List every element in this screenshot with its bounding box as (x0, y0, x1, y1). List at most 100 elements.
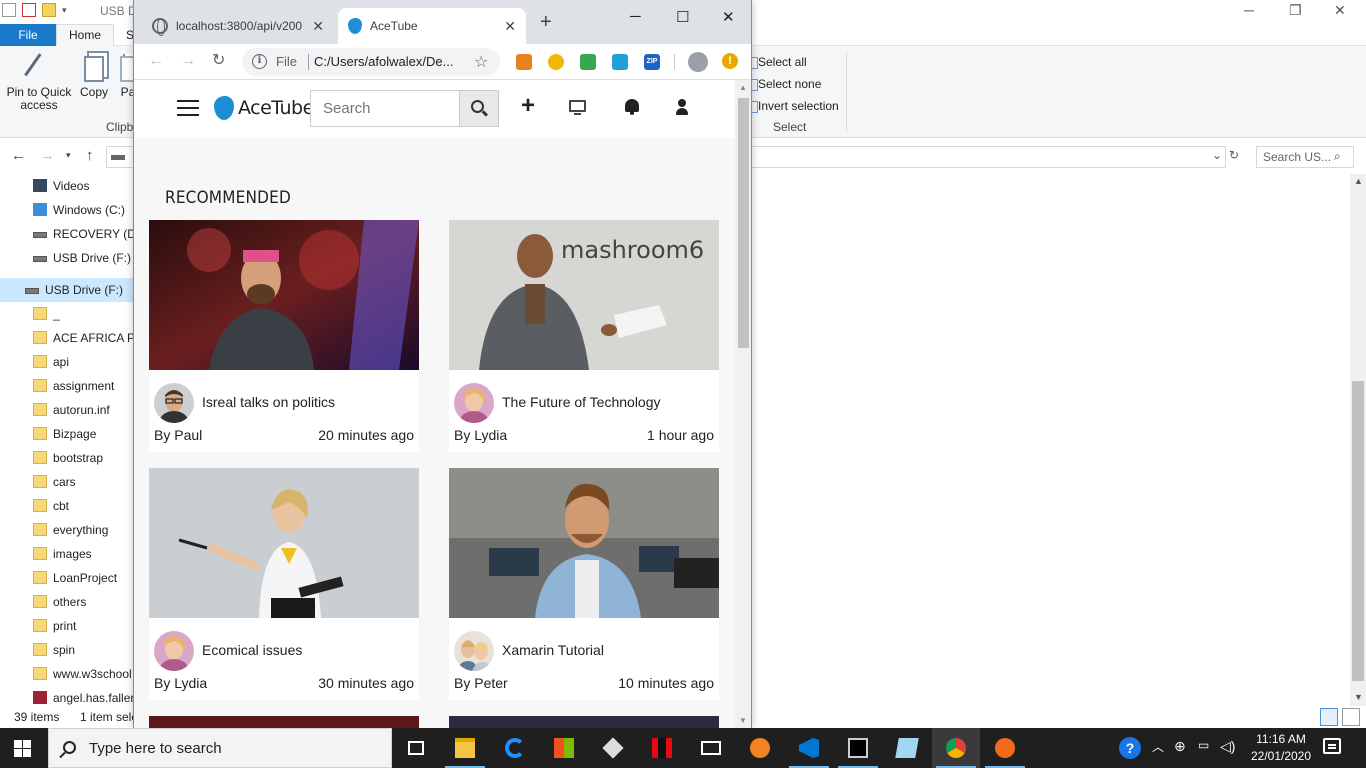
nav-item[interactable]: Bizpage (0, 422, 134, 446)
video-author[interactable]: By Peter (454, 675, 508, 691)
channel-avatar[interactable] (454, 631, 494, 671)
tv-icon[interactable] (568, 96, 588, 118)
tab-localhost[interactable]: localhost:3800/api/v200 ✕ (142, 8, 334, 44)
nav-item[interactable]: bootstrap (0, 446, 134, 470)
explorer-scrollbar[interactable]: ▲ ▼ (1350, 174, 1366, 706)
invert-selection-button[interactable]: Invert selection (749, 99, 839, 113)
properties-icon[interactable] (22, 3, 36, 17)
scroll-thumb[interactable] (1352, 381, 1364, 681)
copy-button[interactable]: Copy (76, 54, 112, 99)
terminal-taskbar-app[interactable] (834, 728, 882, 768)
nav-item[interactable]: Videos (0, 174, 134, 198)
store-taskbar-app[interactable] (540, 728, 588, 768)
nav-item[interactable]: USB Drive (F:) (0, 246, 134, 270)
video-card[interactable]: mashroom6 The Future of Technology By Lydi… (449, 220, 719, 452)
video-thumbnail[interactable] (149, 468, 419, 618)
scroll-up-icon[interactable]: ▲ (1354, 176, 1363, 186)
upload-plus-icon[interactable]: + (518, 94, 538, 118)
video-card[interactable]: Ecomical issues By Lydia 30 minutes ago (149, 468, 419, 700)
large-icons-view-icon[interactable] (1342, 708, 1360, 726)
drive-icon[interactable] (2, 3, 16, 17)
reload-icon[interactable]: ↻ (212, 52, 225, 70)
start-button-icon[interactable] (14, 740, 31, 757)
scroll-thumb[interactable] (738, 98, 749, 348)
task-view-button[interactable] (392, 728, 440, 768)
nav-item[interactable]: angel.has.fallen (0, 686, 134, 708)
channel-avatar[interactable] (154, 383, 194, 423)
video-card-partial[interactable] (449, 716, 719, 728)
channel-avatar[interactable] (154, 631, 194, 671)
dropbox-taskbar-app[interactable] (589, 728, 637, 768)
nav-item[interactable]: assignment (0, 374, 134, 398)
search-button[interactable] (459, 90, 499, 127)
address-dropdown-icon[interactable]: ⌄ (1212, 148, 1222, 162)
extension-icon[interactable] (612, 54, 628, 70)
taskbar-search-box[interactable]: Type here to search (48, 728, 392, 768)
nav-item[interactable]: images (0, 542, 134, 566)
zip-extension-icon[interactable]: ZIP (644, 54, 660, 70)
video-card-partial[interactable] (149, 716, 419, 728)
battery-icon[interactable]: ▭ (1198, 738, 1209, 752)
tab-acetube[interactable]: AceTube ✕ (338, 8, 526, 44)
netflix-taskbar-app[interactable] (638, 728, 686, 768)
close-tab-icon[interactable]: ✕ (312, 18, 324, 35)
nav-item[interactable]: spin (0, 638, 134, 662)
hamburger-menu-icon[interactable] (177, 100, 199, 116)
metamask-extension-icon[interactable] (516, 54, 532, 70)
user-account-icon[interactable] (672, 96, 692, 118)
nav-item[interactable]: everything (0, 518, 134, 542)
channel-avatar[interactable] (454, 383, 494, 423)
nav-item[interactable]: www.w3school (0, 662, 134, 686)
extension-icon[interactable] (580, 54, 596, 70)
select-all-button[interactable]: Select all (749, 55, 807, 69)
minimize-icon[interactable]: ─ (630, 8, 641, 25)
video-card[interactable]: Xamarin Tutorial By Peter 10 minutes ago (449, 468, 719, 700)
info-icon[interactable]: i (252, 54, 267, 69)
tab-home[interactable]: Home (56, 24, 114, 47)
back-arrow-icon[interactable]: ← (148, 52, 164, 70)
chevron-up-icon[interactable]: ︿ (1152, 738, 1164, 755)
update-alert-icon[interactable]: ! (722, 53, 738, 69)
nav-item[interactable]: api (0, 350, 134, 374)
scroll-down-icon[interactable]: ▼ (1354, 692, 1363, 702)
nav-item[interactable]: LoanProject (0, 566, 134, 590)
select-none-button[interactable]: Select none (748, 77, 821, 91)
omnibox[interactable]: i File C:/Users/afolwalex/De... ☆ (242, 48, 500, 76)
restore-icon[interactable]: ❐ (1289, 2, 1302, 19)
video-thumbnail[interactable]: mashroom6 (449, 220, 719, 370)
video-thumbnail[interactable] (449, 468, 719, 618)
vscode-taskbar-app[interactable] (785, 728, 833, 768)
nav-item[interactable]: _ (0, 302, 134, 326)
minimize-icon[interactable]: ─ (1244, 2, 1254, 18)
nav-item[interactable]: RECOVERY (D:) (0, 222, 134, 246)
acetube-logo[interactable]: AceTube (214, 96, 314, 120)
notepad-taskbar-app[interactable] (883, 728, 931, 768)
video-author[interactable]: By Paul (154, 427, 202, 443)
profile-avatar-icon[interactable] (688, 52, 708, 72)
video-title[interactable]: Xamarin Tutorial (502, 642, 604, 658)
forward-arrow-icon[interactable]: → (40, 147, 55, 164)
notification-center-icon[interactable] (1323, 738, 1341, 754)
pin-to-quick-access-button[interactable]: Pin to Quick access (6, 53, 72, 112)
video-author[interactable]: By Lydia (454, 427, 507, 443)
scroll-up-icon[interactable]: ▲ (739, 83, 747, 92)
nav-item[interactable]: print (0, 614, 134, 638)
nav-item[interactable]: autorun.inf (0, 398, 134, 422)
bookmark-star-icon[interactable]: ☆ (474, 52, 488, 72)
notification-bell-icon[interactable] (622, 96, 642, 118)
mail-taskbar-app[interactable] (687, 728, 735, 768)
file-explorer-taskbar-app[interactable] (441, 728, 489, 768)
details-view-icon[interactable] (1320, 708, 1338, 726)
new-tab-plus-icon[interactable]: + (540, 12, 552, 32)
page-scrollbar[interactable]: ▲ ▼ (735, 80, 751, 728)
chrome-taskbar-app[interactable] (932, 728, 980, 768)
recent-dropdown-icon[interactable]: ▾ (66, 150, 71, 161)
forward-arrow-icon[interactable]: → (180, 52, 196, 70)
help-tray-icon[interactable]: ? (1119, 737, 1141, 759)
qa-dropdown-icon[interactable]: ▾ (62, 5, 67, 16)
network-globe-icon[interactable]: ⊕ (1174, 738, 1186, 755)
video-title[interactable]: Isreal talks on politics (202, 394, 335, 410)
refresh-icon[interactable]: ↻ (1229, 148, 1239, 162)
video-card[interactable]: Isreal talks on politics By Paul 20 minute… (149, 220, 419, 452)
omnibox-url[interactable]: C:/Users/afolwalex/De... (314, 54, 464, 69)
